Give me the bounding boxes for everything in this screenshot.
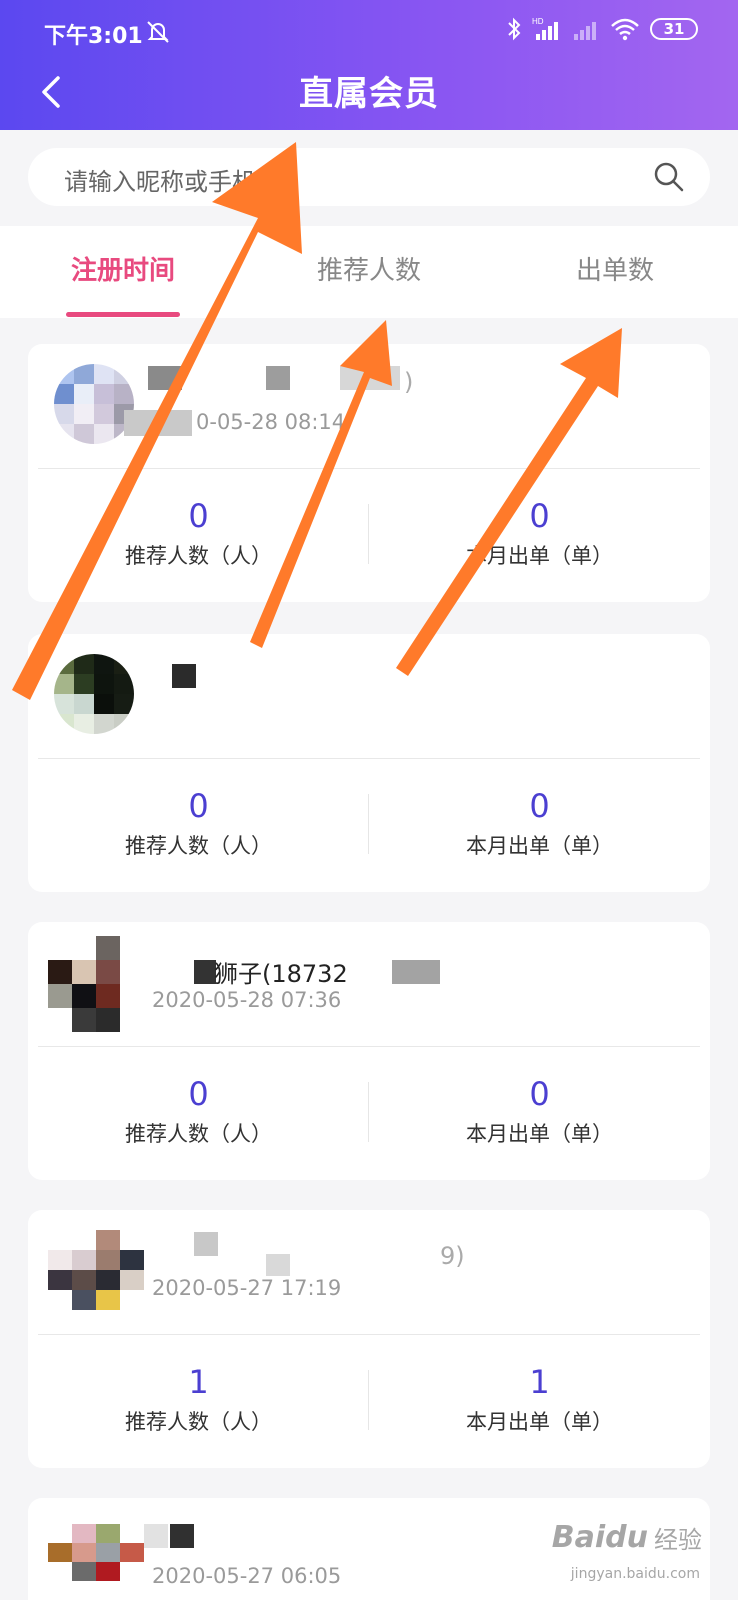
status-icons: HD 31 — [506, 16, 698, 42]
referral-stat: 1 推荐人数（人） — [28, 1362, 369, 1436]
redacted-block — [172, 664, 196, 688]
referral-count: 0 — [188, 1075, 209, 1113]
avatar — [54, 364, 134, 444]
referral-stat: 0 推荐人数（人） — [28, 786, 369, 860]
order-label: 本月出单（单） — [466, 1410, 613, 1434]
register-date: 2020-05-28 07:36 — [152, 988, 342, 1012]
search-area: 请输入昵称或手机号 — [0, 130, 738, 226]
member-name: 狮子(18732 — [214, 960, 348, 988]
register-date: 2020-05-27 17:19 — [152, 1276, 342, 1300]
member-card[interactable]: 0 推荐人数（人） 0 本月出单（单） — [28, 634, 710, 892]
referral-stat: 0 推荐人数（人） — [28, 1074, 369, 1148]
member-card[interactable]: 9) 2020-05-27 17:19 1 推荐人数（人） 1 本月出单（单） — [28, 1210, 710, 1468]
status-bar: 下午3:01 HD 31 — [0, 0, 738, 64]
baidu-watermark: Baidu 经验 — [552, 1520, 702, 1555]
member-name: ) — [404, 368, 414, 396]
app-header: 下午3:01 HD 31 直属会员 — [0, 0, 738, 130]
redacted-block — [194, 960, 216, 984]
referral-label: 推荐人数（人） — [125, 1410, 272, 1434]
avatar — [48, 936, 144, 1032]
signal-hd-icon: HD — [532, 17, 558, 40]
order-stat: 0 本月出单（单） — [369, 496, 710, 570]
order-stat: 1 本月出单（单） — [369, 1362, 710, 1436]
search-icon[interactable] — [652, 160, 686, 194]
referral-count: 1 — [188, 1363, 209, 1401]
redacted-block — [392, 960, 440, 984]
redacted-block — [340, 366, 400, 390]
redacted-block — [194, 1232, 218, 1256]
order-count: 0 — [529, 497, 550, 535]
referral-count: 0 — [188, 787, 209, 825]
divider — [38, 1046, 700, 1047]
tab-register-time[interactable]: 注册时间 — [0, 226, 246, 318]
order-count: 0 — [529, 787, 550, 825]
tab-order-count[interactable]: 出单数 — [492, 226, 738, 318]
register-date: 0-05-28 08:14 — [196, 410, 346, 434]
redacted-block — [170, 1524, 194, 1548]
order-stat: 0 本月出单（单） — [369, 1074, 710, 1148]
order-label: 本月出单（单） — [466, 544, 613, 568]
referral-count: 0 — [188, 497, 209, 535]
referral-label: 推荐人数（人） — [125, 1122, 272, 1146]
redacted-block — [124, 410, 192, 436]
order-count: 0 — [529, 1075, 550, 1113]
order-label: 本月出单（单） — [466, 834, 613, 858]
active-tab-indicator — [66, 312, 180, 317]
order-count: 1 — [529, 1363, 550, 1401]
bluetooth-icon — [508, 17, 521, 41]
search-input[interactable]: 请输入昵称或手机号 — [28, 148, 710, 206]
order-label: 本月出单（单） — [466, 1122, 613, 1146]
svg-text:HD: HD — [532, 17, 544, 26]
member-card[interactable]: ) 0-05-28 08:14 0 推荐人数（人） 0 本月出单（单） — [28, 344, 710, 602]
referral-label: 推荐人数（人） — [125, 834, 272, 858]
search-placeholder: 请输入昵称或手机号 — [64, 168, 280, 196]
redacted-block — [144, 1524, 168, 1548]
status-time: 下午3:01 — [44, 24, 143, 49]
order-stat: 0 本月出单（单） — [369, 786, 710, 860]
avatar — [48, 1230, 144, 1310]
watermark-url: jingyan.baidu.com — [570, 1566, 700, 1582]
divider — [38, 1334, 700, 1335]
avatar — [54, 654, 134, 734]
member-card[interactable]: 狮子(18732 2020-05-28 07:36 0 推荐人数（人） 0 本月… — [28, 922, 710, 1180]
avatar — [48, 1524, 144, 1600]
redacted-block — [266, 366, 290, 390]
sort-tabs: 注册时间 推荐人数 出单数 — [0, 226, 738, 318]
watermark-brand: Baidu — [551, 1520, 648, 1555]
divider — [38, 468, 700, 469]
member-name: 9) — [440, 1242, 465, 1270]
redacted-block — [148, 366, 182, 390]
watermark-cn: 经验 — [654, 1526, 702, 1554]
battery-icon: 31 — [650, 18, 698, 40]
referral-stat: 0 推荐人数（人） — [28, 496, 369, 570]
divider — [38, 758, 700, 759]
redacted-block — [266, 1254, 290, 1276]
tab-referral-count[interactable]: 推荐人数 — [246, 226, 492, 318]
bell-off-icon — [147, 21, 169, 43]
signal-icon — [574, 22, 596, 40]
referral-label: 推荐人数（人） — [125, 544, 272, 568]
wifi-icon — [611, 18, 639, 41]
page-title: 直属会员 — [299, 74, 439, 114]
register-date: 2020-05-27 06:05 — [152, 1564, 342, 1588]
